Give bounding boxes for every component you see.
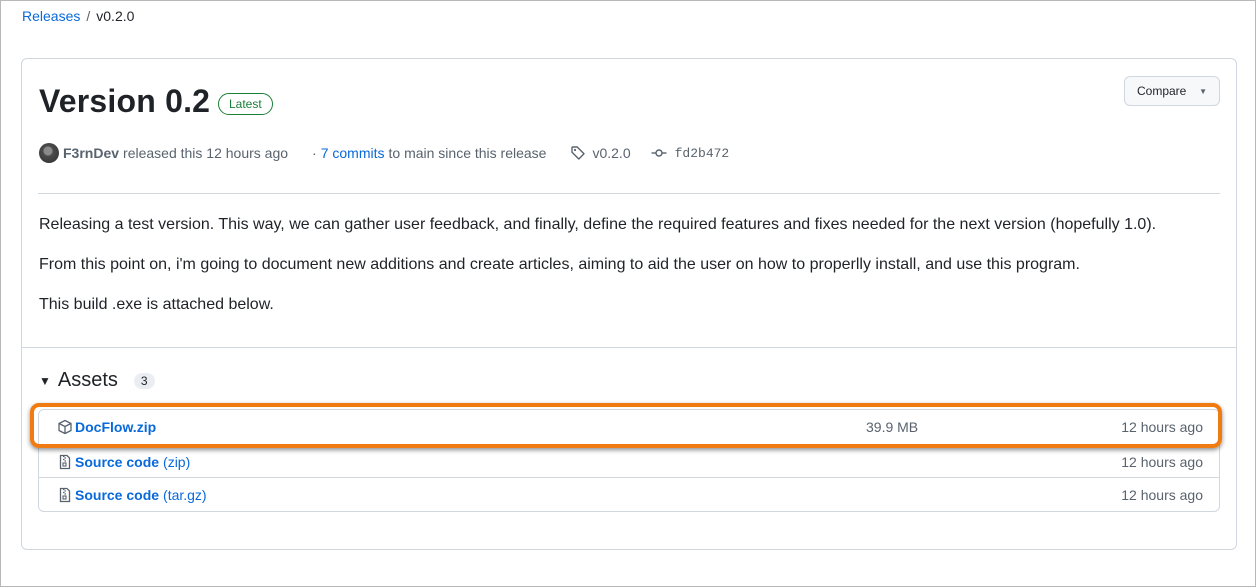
compare-button[interactable]: Compare ▼ <box>1124 76 1220 106</box>
asset-size: 39.9 MB <box>866 418 919 435</box>
assets-heading: Assets <box>57 369 118 391</box>
asset-name-link[interactable]: Source code (tar.gz) <box>57 487 207 503</box>
package-icon <box>57 419 73 435</box>
assets-count-badge: 3 <box>133 372 155 389</box>
release-notes-paragraph: Releasing a test version. This way, we c… <box>39 216 1157 233</box>
latest-badge: Latest <box>218 93 273 115</box>
release-notes-paragraph: This build .exe is attached below. <box>39 296 274 313</box>
avatar[interactable] <box>39 143 59 163</box>
commits-suffix: to main since this release <box>388 145 547 161</box>
release-meta: F3rnDev released this 12 hours ago · 7 c… <box>39 143 729 163</box>
triangle-down-icon: ▼ <box>39 373 51 388</box>
author-link[interactable]: F3rnDev <box>63 145 119 161</box>
release-card: Version 0.2 Latest Compare ▼ F3rnDev rel… <box>21 58 1237 550</box>
asset-name[interactable]: DocFlow.zip <box>75 419 156 435</box>
asset-name[interactable]: Source code <box>75 454 159 470</box>
file-zip-icon <box>57 487 73 503</box>
divider <box>38 193 1220 194</box>
tag-icon <box>570 145 586 161</box>
assets-toggle[interactable]: ▼ Assets 3 <box>39 369 155 392</box>
asset-row-source-zip: Source code (zip) 12 hours ago <box>39 444 1219 478</box>
git-commit-icon <box>651 145 667 161</box>
asset-row-source-targz: Source code (tar.gz) 12 hours ago <box>39 477 1219 511</box>
release-notes: Releasing a test version. This way, we c… <box>39 213 1156 333</box>
asset-name-link[interactable]: DocFlow.zip <box>57 419 156 435</box>
chevron-down-icon: ▼ <box>1199 86 1207 96</box>
breadcrumb-current: v0.2.0 <box>96 8 135 24</box>
release-title: Version 0.2 <box>39 83 211 119</box>
divider <box>22 347 1236 348</box>
file-zip-icon <box>57 454 73 470</box>
asset-row-docflow: DocFlow.zip 39.9 MB 12 hours ago <box>39 410 1219 443</box>
asset-format[interactable]: (zip) <box>163 454 190 470</box>
commit-link[interactable]: fd2b472 <box>651 145 730 161</box>
asset-format[interactable]: (tar.gz) <box>163 487 207 503</box>
commit-sha: fd2b472 <box>674 145 730 161</box>
asset-time: 12 hours ago <box>1121 453 1203 470</box>
released-text: released this 12 hours ago <box>123 145 289 161</box>
release-notes-paragraph: From this point on, i'm going to documen… <box>39 256 1080 273</box>
asset-time: 12 hours ago <box>1121 418 1203 435</box>
asset-time: 12 hours ago <box>1121 486 1203 503</box>
commits-link[interactable]: 7 commits <box>321 145 385 161</box>
assets-list: DocFlow.zip 39.9 MB 12 hours ago Source … <box>38 409 1220 512</box>
asset-name[interactable]: Source code <box>75 487 159 503</box>
breadcrumb-separator: / <box>86 8 91 24</box>
asset-name-link[interactable]: Source code (zip) <box>57 454 190 470</box>
meta-separator: · <box>312 145 317 161</box>
breadcrumb: Releases / v0.2.0 <box>22 8 134 24</box>
tag-link[interactable]: v0.2.0 <box>570 145 631 161</box>
compare-button-label: Compare <box>1137 84 1187 98</box>
tag-label: v0.2.0 <box>592 145 631 161</box>
breadcrumb-releases-link[interactable]: Releases <box>22 8 80 24</box>
